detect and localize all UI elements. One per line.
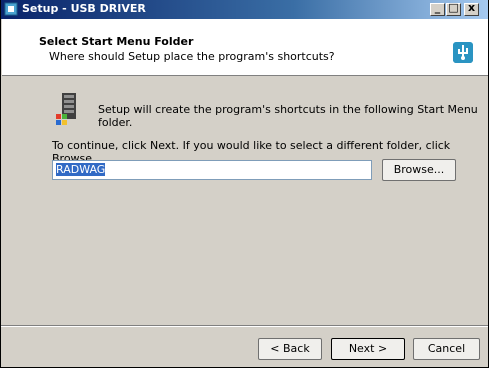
page-subtitle: Where should Setup place the program's s… (49, 50, 335, 63)
minimize-button[interactable]: _ (430, 1, 445, 16)
close-icon: x (467, 1, 476, 14)
maximize-icon: □ (448, 1, 459, 14)
title-bar[interactable]: Setup - USB DRIVER _ □ x (1, 0, 488, 19)
page-title: Select Start Menu Folder (39, 35, 194, 48)
start-menu-folder-icon (56, 93, 76, 125)
setup-app-icon (4, 2, 18, 16)
start-menu-folder-field[interactable]: RADWAG (52, 160, 372, 180)
wizard-body: Setup will create the program's shortcut… (1, 76, 488, 326)
cancel-button[interactable]: Cancel (413, 338, 480, 360)
info-text: Setup will create the program's shortcut… (98, 103, 478, 129)
setup-window: Setup - USB DRIVER _ □ x Select Start Me… (0, 0, 489, 368)
maximize-button[interactable]: □ (446, 1, 461, 16)
folder-value: RADWAG (56, 163, 106, 176)
usb-installer-icon (453, 42, 473, 63)
window-title: Setup - USB DRIVER (22, 2, 146, 15)
footer-separator (1, 325, 488, 327)
next-button[interactable]: Next > (331, 338, 405, 360)
minimize-icon: _ (434, 1, 441, 14)
wizard-header: Select Start Menu Folder Where should Se… (2, 19, 488, 76)
close-button[interactable]: x (464, 1, 479, 16)
back-button[interactable]: < Back (258, 338, 322, 360)
browse-button[interactable]: Browse... (382, 159, 456, 181)
